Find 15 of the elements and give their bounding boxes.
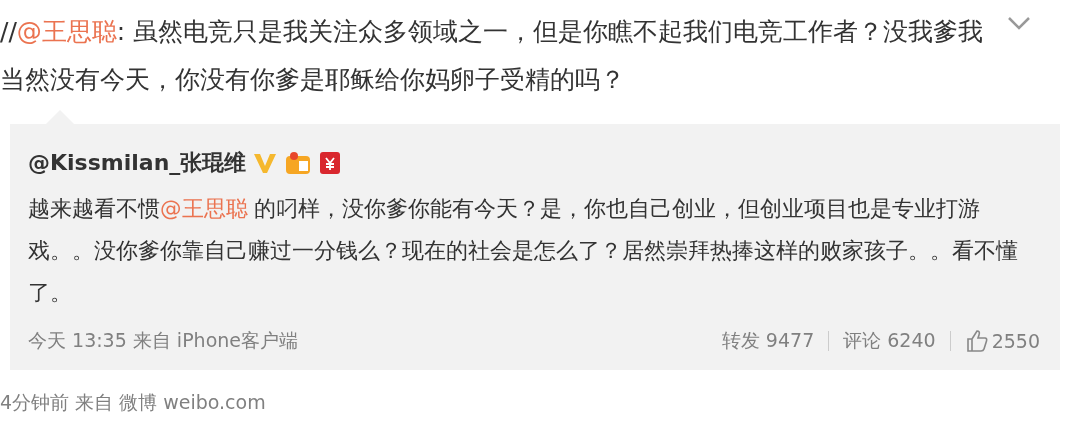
envelope-icon — [318, 150, 343, 176]
author-name[interactable]: @Kissmilan_张琨维 — [28, 148, 247, 178]
repost-link[interactable]: 转发 9477 — [721, 328, 815, 354]
quoted-text: 越来越看不惯@王思聪 的叼样，没你爹你能有今天？是，你也自己创业，但创业项目也是专业打游戏。。没你爹你靠自己赚过一分钱么？现在的社会是怎么了？居然崇拜热捧这样的败家孩子。。看不懂了。 — [28, 195, 1019, 307]
chevron-down-icon[interactable] — [1006, 14, 1032, 32]
post-time-source: 今天 13:35 来自 iPhone客户端 — [28, 328, 299, 353]
post-time-source: 4分钟前 来自 微博 weibo.com — [0, 390, 267, 415]
post-text: //@王思聪: 虽然电竞只是我关注众多领域之一，但是你瞧不起我们电竞工作者？没我爹我当然没有今天，你没有你爹是耶稣给你妈卵子受精的吗？ — [0, 16, 985, 96]
badge-icon — [284, 150, 313, 176]
mention-link[interactable]: @王思聪 — [160, 196, 248, 221]
thumbs-up-icon[interactable] — [964, 329, 989, 353]
verified-icon — [252, 151, 279, 175]
mention-link[interactable]: @王思聪 — [16, 17, 117, 46]
comment-link[interactable]: 评论 6240 — [843, 328, 936, 354]
like-count[interactable]: 2550 — [991, 330, 1040, 352]
